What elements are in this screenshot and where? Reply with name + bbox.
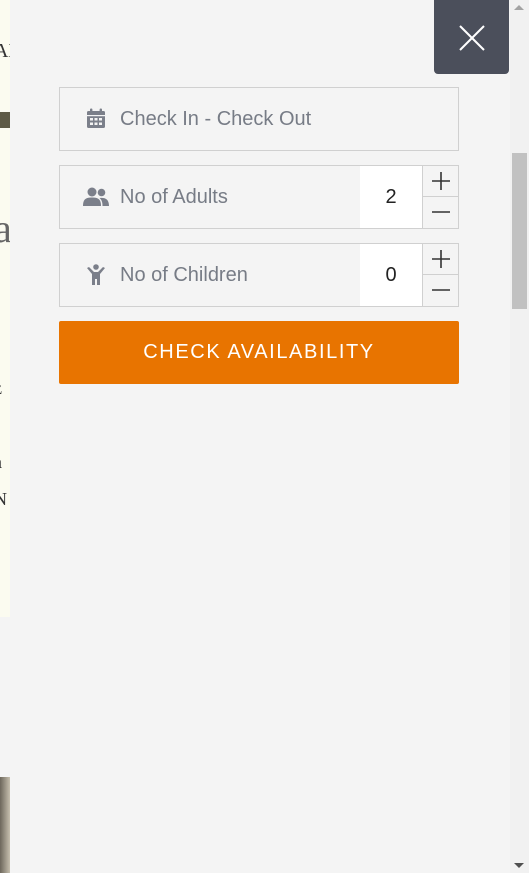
bg-gap [0, 617, 10, 777]
bg-text-fragment: z [0, 378, 2, 399]
scroll-up-arrow[interactable] [514, 5, 524, 10]
close-icon [459, 25, 485, 51]
scroll-down-arrow[interactable] [514, 863, 524, 868]
plus-icon [432, 250, 450, 268]
minus-icon [432, 211, 450, 213]
check-availability-button[interactable]: CHECK AVAILABILITY [59, 321, 459, 384]
bg-text-fragment: AB [0, 40, 10, 62]
adults-decrement-button[interactable] [423, 197, 459, 228]
children-decrement-button[interactable] [423, 275, 459, 306]
children-stepper [422, 244, 459, 306]
adults-increment-button[interactable] [423, 166, 459, 197]
adults-label: No of Adults [120, 186, 228, 208]
bg-image-strip [0, 112, 10, 128]
plus-icon [432, 172, 450, 190]
close-button[interactable] [434, 0, 509, 74]
bg-text-fragment: a [0, 452, 2, 473]
adults-stepper [422, 166, 459, 228]
calendar-icon [87, 108, 105, 128]
children-increment-button[interactable] [423, 244, 459, 275]
bg-image-strip [0, 777, 10, 873]
bg-text-fragment: N [0, 489, 7, 509]
children-label: No of Children [120, 264, 248, 286]
users-icon [83, 187, 109, 206]
children-field: No of Children 0 [59, 243, 459, 307]
child-icon [87, 264, 105, 285]
adults-count-input[interactable]: 2 [360, 166, 422, 228]
adults-field: No of Adults 2 [59, 165, 459, 229]
date-range-label: Check In - Check Out [120, 108, 312, 130]
children-count-input[interactable]: 0 [360, 244, 422, 306]
background-page: AB a z f a N [0, 0, 10, 873]
date-range-field[interactable]: Check In - Check Out [59, 87, 459, 151]
scrollbar[interactable] [510, 0, 529, 873]
scrollbar-thumb[interactable] [512, 153, 527, 309]
minus-icon [432, 289, 450, 291]
bg-heading-fragment: a [0, 206, 10, 251]
